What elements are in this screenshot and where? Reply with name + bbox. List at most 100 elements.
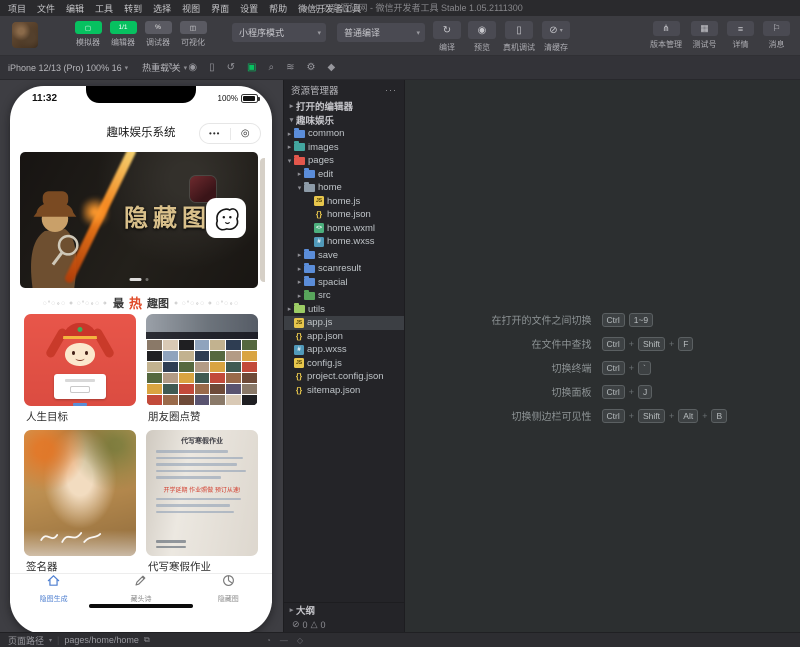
card-image-likes[interactable]	[146, 314, 258, 406]
avatar-thumb	[147, 384, 162, 394]
phone-simulator[interactable]: 11:32 100% 趣味娱乐系统 ••• ◎	[10, 86, 272, 634]
menu-item-8[interactable]: 设置	[240, 2, 258, 15]
problems-summary[interactable]: ⊘ 0 △ 0	[284, 617, 404, 632]
action-清缓存[interactable]: ⊘▾清缓存	[542, 21, 570, 53]
tab-隐图生成[interactable]: 隐图生成	[10, 574, 97, 603]
tab-隐藏图[interactable]: 隐藏图	[185, 574, 272, 603]
banner-carousel[interactable]: 隐藏图	[20, 152, 258, 288]
outline-section[interactable]: ▸ 大纲	[284, 602, 404, 617]
tree-item-config.js[interactable]: JSconfig.js	[284, 357, 404, 371]
menu-item-7[interactable]: 界面	[211, 2, 229, 15]
tree-item-project.config.json[interactable]: {}project.config.json	[284, 370, 404, 384]
menu-item-3[interactable]: 工具	[95, 2, 113, 15]
toggle-编辑器[interactable]: 1/1编辑器	[109, 21, 137, 48]
paper-line	[156, 463, 237, 466]
action-真机调试[interactable]: ▯真机调试	[503, 21, 535, 53]
tab-藏头诗[interactable]: 藏头诗	[97, 574, 184, 603]
divider-pattern: ⋄ ◌°◌∘◌ ⋄ ◌°◌∘◌	[174, 299, 239, 307]
current-page-path: pages/home/home	[64, 635, 139, 645]
timer-icon[interactable]: ◔	[266, 636, 271, 645]
menu-item-6[interactable]: 视图	[182, 2, 200, 15]
tree-item-edit[interactable]: ▸edit	[284, 168, 404, 182]
card-image-sign[interactable]	[24, 430, 136, 556]
restart-icon[interactable]: ↻	[168, 62, 176, 73]
device-selector[interactable]: iPhone 12/13 (Pro) 100% 16	[8, 63, 122, 73]
editor-pane[interactable]: 在打开的文件之间切换Ctrl1~9在文件中查找Ctrl+Shift+F切换终端C…	[405, 80, 800, 632]
card-likes[interactable]: 朋友圈点赞	[146, 314, 258, 424]
toggle-可视化[interactable]: ◫可视化	[179, 21, 207, 48]
card-target[interactable]: 人生目标	[24, 314, 136, 424]
avatar-thumb	[179, 351, 194, 361]
card-image-target[interactable]	[24, 314, 136, 406]
tree-item-app.js[interactable]: JSapp.js	[284, 316, 404, 330]
action-消息[interactable]: ⚐消息	[763, 21, 790, 50]
tree-item-spacial[interactable]: ▸spacial	[284, 276, 404, 290]
action-版本管理[interactable]: ⋔版本管理	[650, 21, 682, 50]
action-预览[interactable]: ◉预览	[468, 21, 496, 53]
tree-item-images[interactable]: ▸images	[284, 141, 404, 155]
menu-item-0[interactable]: 项目	[8, 2, 26, 15]
card-image-homework[interactable]: 代写寒假作业开学延期 作业照做 预订从速!	[146, 430, 258, 556]
user-avatar[interactable]	[12, 22, 38, 48]
tree-item-home.wxml[interactable]: <>home.wxml	[284, 222, 404, 236]
tree-item-save[interactable]: ▸save	[284, 249, 404, 263]
network-icon[interactable]: ≋	[286, 62, 294, 73]
close-target-icon[interactable]: ◎	[231, 128, 261, 139]
shortcut-row: 在文件中查找Ctrl+Shift+F	[414, 336, 762, 351]
compile-mode-dropdown[interactable]: 普通编译	[337, 23, 425, 42]
tree-item-utils[interactable]: ▸utils	[284, 303, 404, 317]
tree-item-app.json[interactable]: {}app.json	[284, 330, 404, 344]
tree-item-home[interactable]: ▾home	[284, 181, 404, 195]
settings-icon[interactable]: ⚙	[306, 62, 315, 73]
tree-item-home.wxss[interactable]: #home.wxss	[284, 235, 404, 249]
card-homework[interactable]: 代写寒假作业开学延期 作业照做 预订从速!代写寒假作业	[146, 430, 258, 574]
card-sign[interactable]: 签名器	[24, 430, 136, 574]
menu-item-2[interactable]: 编辑	[66, 2, 84, 15]
magnifier-icon[interactable]: ⌕	[268, 62, 274, 73]
action-编译[interactable]: ↻编译	[433, 21, 461, 53]
action-label: 测试号	[693, 39, 717, 50]
menu-item-9[interactable]: 帮助	[269, 2, 287, 15]
avatar-thumb	[195, 395, 210, 405]
open-editors-section[interactable]: ▸ 打开的编辑器	[284, 99, 404, 113]
menu-item-5[interactable]: 选择	[153, 2, 171, 15]
more-menu-icon[interactable]: •••	[200, 129, 230, 138]
tree-item-label: sitemap.json	[307, 385, 360, 396]
action-测试号[interactable]: ▦测试号	[691, 21, 718, 50]
no-error-icon: ⊘	[292, 619, 300, 630]
status-diamond-icon[interactable]: ◇	[297, 636, 303, 645]
wechat-devtools-window: 项目文件编辑工具转到选择视图界面设置帮助微信开发者工具 tood_刀客源码网 -…	[0, 0, 800, 647]
menu-item-1[interactable]: 文件	[37, 2, 55, 15]
avatar-thumb	[147, 395, 162, 405]
tree-item-label: src	[318, 290, 331, 301]
keycap: Ctrl	[602, 409, 625, 423]
tree-item-app.wxss[interactable]: #app.wxss	[284, 343, 404, 357]
divider: |	[57, 635, 59, 645]
toggle-调试器[interactable]: %调试器	[144, 21, 172, 48]
toggle-模拟器[interactable]: ▢模拟器	[74, 21, 102, 48]
explorer-more-icon[interactable]: ···	[385, 85, 397, 95]
tree-item-label: utils	[308, 304, 325, 315]
project-section[interactable]: ▾ 趣味娱乐	[284, 113, 404, 127]
copy-path-icon[interactable]: ⧉	[144, 635, 150, 645]
chart-icon	[221, 573, 236, 593]
page-path-label[interactable]: 页面路径	[8, 634, 44, 647]
tree-item-home.json[interactable]: {}home.json	[284, 208, 404, 222]
tree-item-src[interactable]: ▸src	[284, 289, 404, 303]
record-icon[interactable]: ◉	[188, 62, 197, 73]
tree-item-home.js[interactable]: JShome.js	[284, 195, 404, 209]
mode-dropdown[interactable]: 小程序模式	[232, 23, 326, 42]
tree-item-pages[interactable]: ▾pages	[284, 154, 404, 168]
screenshot-icon[interactable]: ▣	[247, 62, 256, 73]
menu-item-4[interactable]: 转到	[124, 2, 142, 15]
tree-item-sitemap.json[interactable]: {}sitemap.json	[284, 384, 404, 398]
more-icon[interactable]: ◆	[327, 62, 335, 73]
tree-item-scanresult[interactable]: ▸scanresult	[284, 262, 404, 276]
tree-item-common[interactable]: ▸common	[284, 127, 404, 141]
device-frame-icon[interactable]: ▯	[209, 62, 215, 73]
action-label: 预览	[474, 42, 490, 53]
avatar-thumb	[147, 362, 162, 372]
avatar-thumb	[226, 373, 241, 383]
action-详情[interactable]: ≡详情	[727, 21, 754, 50]
rotate-icon[interactable]: ↺	[227, 62, 235, 73]
